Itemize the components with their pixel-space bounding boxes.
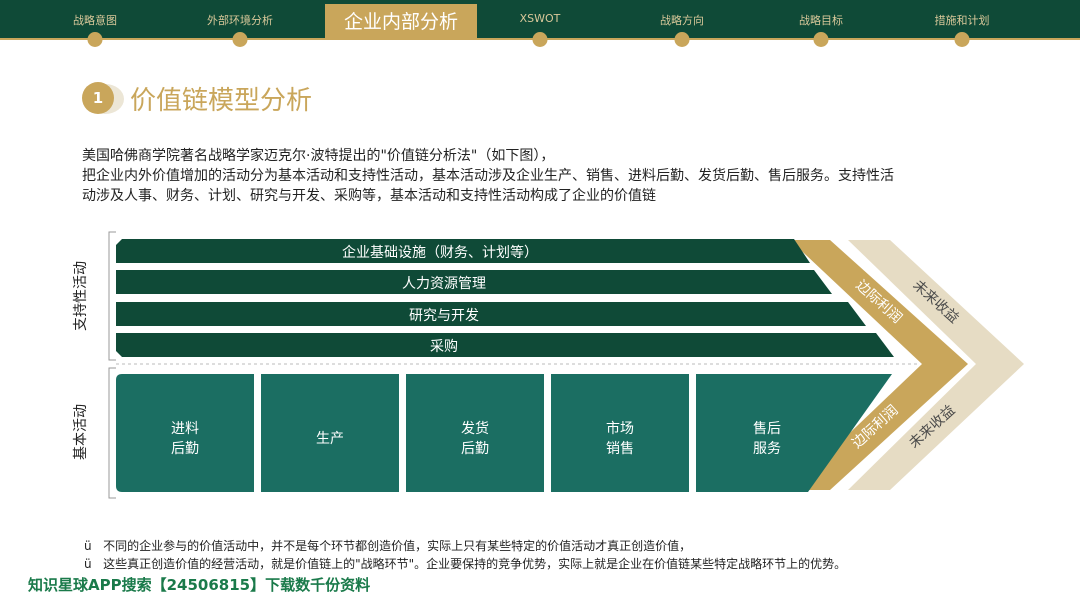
primary-activity-label: 服务 — [753, 441, 781, 457]
primary-activity-label: 进料 — [171, 421, 199, 437]
primary-activities-label: 基本活动 — [72, 404, 89, 460]
primary-bracket — [108, 367, 116, 499]
primary-activity-label: 后勤 — [171, 441, 199, 457]
support-bar-procurement — [116, 333, 894, 357]
footer-promo-text: 知识星球APP搜索【24506815】下载数千份资料 — [28, 576, 371, 594]
note-line-2: ü 这些真正创造价值的经营活动，就是价值链上的"战略环节"。企业要保持的竞争优势… — [84, 555, 846, 572]
support-bar-rnd — [116, 302, 866, 326]
support-activities-label: 支持性活动 — [73, 261, 89, 331]
primary-activity-label: 后勤 — [461, 441, 489, 457]
primary-activity-label: 售后 — [753, 421, 781, 437]
check-bullet-icon: ü — [84, 539, 92, 553]
primary-activity-label: 发货 — [461, 420, 489, 437]
support-activity-label: 企业基础设施（财务、计划等） — [342, 244, 538, 261]
primary-activity-label: 市场 — [606, 420, 634, 437]
value-chain-diagram: 支持性活动 基本活动 企业基础设施（财务、计划等） 人力资源管理 研究与开发 采… — [72, 231, 1024, 499]
check-bullet-icon: ü — [84, 557, 92, 571]
support-activity-label: 采购 — [430, 339, 458, 355]
support-activity-label: 人力资源管理 — [402, 276, 486, 292]
support-bracket — [108, 231, 116, 361]
primary-activity-label: 销售 — [606, 441, 634, 457]
primary-activity-label: 生产 — [316, 431, 344, 447]
note-text: 不同的企业参与的价值活动中，并不是每个环节都创造价值，实际上只有某些特定的价值活… — [103, 539, 692, 553]
note-line-1: ü 不同的企业参与的价值活动中，并不是每个环节都创造价值，实际上只有某些特定的价… — [84, 537, 691, 554]
note-text: 这些真正创造价值的经营活动，就是价值链上的"战略环节"。企业要保持的竞争优势，实… — [103, 557, 847, 571]
support-activity-label: 研究与开发 — [409, 308, 479, 324]
